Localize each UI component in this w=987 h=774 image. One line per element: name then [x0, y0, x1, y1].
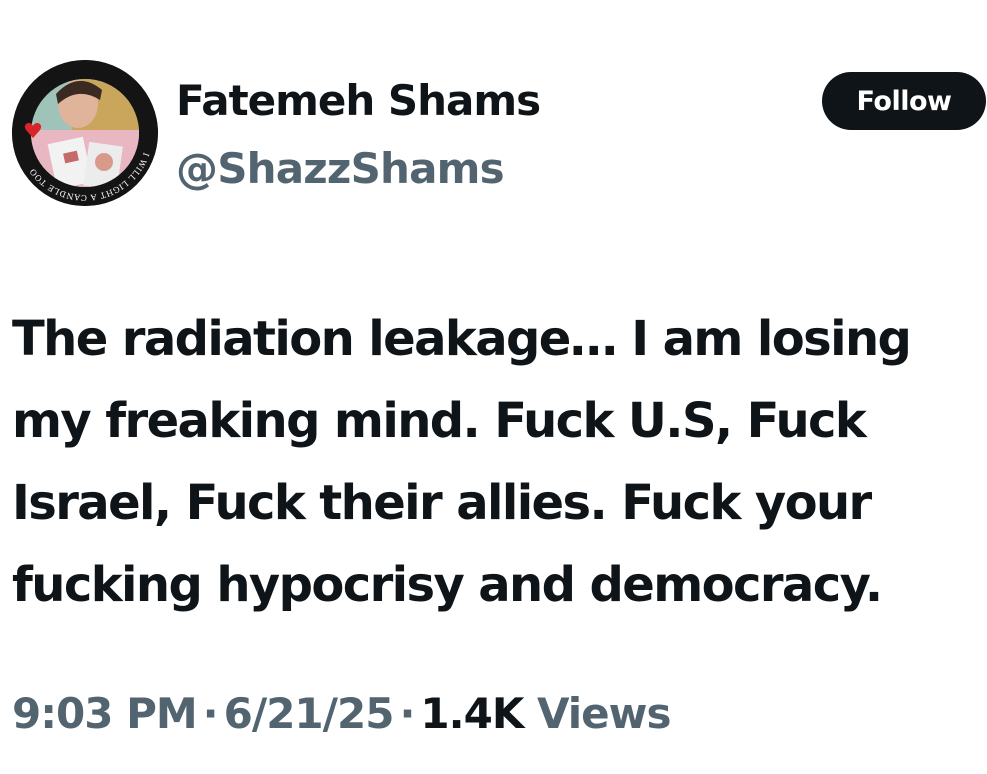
avatar[interactable]: I WILL LIGHT A CANDLE TOO	[12, 60, 158, 206]
tweet-text-line: fucking hypocrisy and democracy.	[12, 557, 883, 613]
meta-separator: ·	[202, 689, 219, 738]
tweet-card: I WILL LIGHT A CANDLE TOO Fatemeh Shams …	[0, 0, 987, 774]
avatar-image: I WILL LIGHT A CANDLE TOO	[12, 60, 158, 206]
meta-separator: ·	[399, 689, 415, 738]
tweet-meta: 9:03 PM · 6/21/25 · 1.4K Views	[12, 684, 671, 744]
tweet-date[interactable]: 6/21/25	[224, 689, 395, 738]
author-handle[interactable]: @ShazzShams	[176, 140, 505, 198]
tweet-text: The radiation leakage… I am losing my fr…	[12, 298, 986, 626]
tweet-text-line: Israel, Fuck their allies. Fuck your	[12, 475, 872, 531]
follow-button[interactable]: Follow	[822, 72, 986, 130]
views-label[interactable]: Views	[537, 689, 671, 738]
tweet-time[interactable]: 9:03 PM	[12, 689, 198, 738]
views-count: 1.4K	[420, 689, 524, 738]
tweet-text-line: The radiation leakage… I am losing	[12, 311, 912, 367]
tweet-text-line: my freaking mind. Fuck U.S, Fuck	[12, 393, 867, 449]
author-name[interactable]: Fatemeh Shams	[176, 72, 541, 130]
